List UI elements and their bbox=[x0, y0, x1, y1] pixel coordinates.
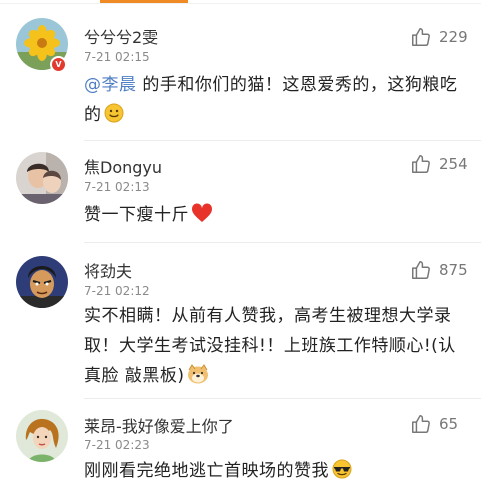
comment-list-page: V 兮兮兮2雯 7-21 02:15 229 @李晨 的手和你们的猫！这恩爱秀的… bbox=[0, 0, 481, 500]
avatar[interactable] bbox=[16, 256, 68, 308]
comment-text: 实不相瞒！从前有人赞我，高考生被理想大学录取！大学生考试没挂科!！上班族工作特顺… bbox=[84, 301, 462, 391]
username[interactable]: 将劲夫 bbox=[84, 258, 132, 282]
comment-body: 刚刚看完绝地逃亡首映场的赞我 bbox=[84, 461, 329, 481]
comment-divider bbox=[84, 140, 481, 141]
comment-text: 刚刚看完绝地逃亡首映场的赞我 bbox=[84, 456, 462, 486]
comment-text: 赞一下瘦十斤 bbox=[84, 200, 462, 230]
timestamp: 7-21 02:23 bbox=[84, 438, 150, 452]
thumbs-up-outline-icon bbox=[412, 415, 430, 433]
like-count: 875 bbox=[439, 261, 468, 279]
username[interactable]: 莱昂-我好像爱上你了 bbox=[84, 413, 234, 437]
vip-badge-icon: V bbox=[50, 56, 67, 73]
username[interactable]: 焦Dongyu bbox=[84, 154, 162, 178]
comment-body: 实不相瞒！从前有人赞我，高考生被理想大学录取！大学生考试没挂科!！上班族工作特顺… bbox=[84, 306, 456, 386]
mention-link[interactable]: @李晨 bbox=[84, 75, 137, 95]
red-heart-icon bbox=[191, 203, 213, 222]
comment-divider bbox=[84, 242, 481, 243]
top-divider bbox=[0, 3, 481, 4]
timestamp: 7-21 02:12 bbox=[84, 284, 150, 298]
comment-body: 赞一下瘦十斤 bbox=[84, 205, 189, 225]
like-button[interactable]: 254 bbox=[410, 153, 468, 175]
like-count: 65 bbox=[439, 415, 459, 433]
like-button[interactable]: 65 bbox=[410, 413, 458, 435]
thumbs-up-outline-icon bbox=[412, 261, 430, 279]
like-button[interactable]: 875 bbox=[410, 259, 468, 281]
comment-body: 的手和你们的猫！这恩爱秀的，这狗粮吃的 bbox=[84, 75, 458, 125]
cool-sunglasses-face-icon bbox=[332, 459, 352, 479]
comment-divider bbox=[84, 398, 481, 399]
avatar[interactable] bbox=[16, 410, 68, 462]
thumbs-up-outline-icon bbox=[412, 155, 430, 173]
username[interactable]: 兮兮兮2雯 bbox=[84, 24, 158, 48]
timestamp: 7-21 02:13 bbox=[84, 180, 150, 194]
thumbs-up-outline-icon bbox=[412, 28, 430, 46]
doge-face-icon bbox=[187, 364, 208, 384]
avatar[interactable] bbox=[16, 152, 68, 204]
like-count: 229 bbox=[439, 28, 468, 46]
like-count: 254 bbox=[439, 155, 468, 173]
like-button[interactable]: 229 bbox=[410, 26, 468, 48]
timestamp: 7-21 02:15 bbox=[84, 50, 150, 64]
comment-text: @李晨 的手和你们的猫！这恩爱秀的，这狗粮吃的 bbox=[84, 70, 462, 130]
smiley-face-icon bbox=[104, 103, 123, 123]
